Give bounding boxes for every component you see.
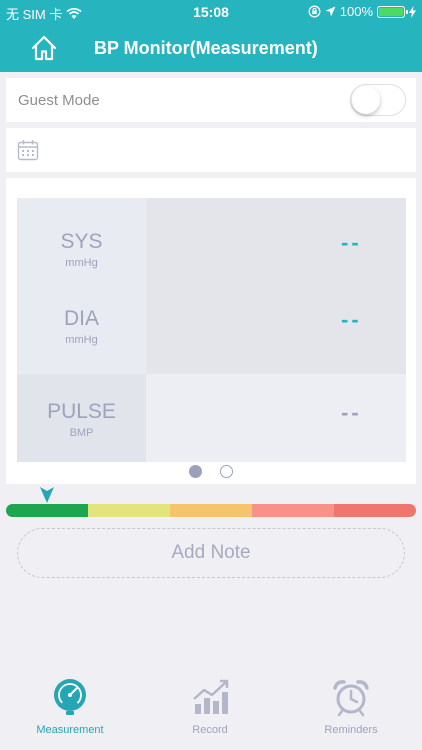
page-indicator bbox=[6, 465, 416, 478]
scale-segment-4 bbox=[252, 504, 334, 517]
page-title: BP Monitor(Measurement) bbox=[94, 38, 318, 58]
date-row[interactable] bbox=[6, 128, 416, 172]
charging-bolt-icon bbox=[409, 5, 416, 18]
calendar-icon bbox=[17, 140, 39, 161]
orientation-lock-icon bbox=[308, 5, 321, 18]
guest-mode-toggle[interactable] bbox=[350, 84, 406, 116]
home-button[interactable] bbox=[30, 34, 58, 62]
battery-icon bbox=[377, 5, 408, 18]
pulse-label: PULSE bbox=[47, 400, 116, 423]
gauge-icon bbox=[54, 679, 86, 715]
scale-indicator-arrow-icon bbox=[40, 487, 54, 503]
status-bar: 无 SIM 卡 15:08 100% bbox=[0, 0, 422, 24]
scale-segment-1 bbox=[6, 504, 88, 517]
page-dot-2[interactable] bbox=[220, 465, 233, 478]
measurement-card[interactable]: SYS mmHg -- DIA mmHg -- PULSE BMP -- bbox=[6, 178, 416, 484]
chart-icon bbox=[193, 679, 229, 714]
location-arrow-icon bbox=[325, 6, 336, 17]
scale-segment-2 bbox=[88, 504, 170, 517]
pulse-value-panel bbox=[146, 374, 406, 462]
bp-label-panel bbox=[17, 198, 146, 374]
pulse-unit: BMP bbox=[69, 427, 94, 439]
tab-reminders[interactable]: Reminders bbox=[281, 678, 421, 736]
tab-record[interactable]: Record bbox=[140, 678, 280, 736]
tab-bar: Measurement Record Reminders bbox=[0, 670, 422, 750]
add-note-button[interactable]: Add Note bbox=[17, 528, 405, 578]
toggle-knob bbox=[352, 86, 380, 114]
dia-value: -- bbox=[341, 307, 362, 332]
dia-label: DIA bbox=[63, 307, 99, 330]
scale-segment-5 bbox=[334, 504, 416, 517]
bp-value-panel bbox=[146, 198, 406, 374]
tab-measurement-label: Measurement bbox=[36, 724, 104, 736]
pulse-value: -- bbox=[341, 400, 362, 425]
status-right: 100% bbox=[308, 4, 416, 19]
scale-segment-3 bbox=[170, 504, 252, 517]
sys-label: SYS bbox=[60, 230, 103, 253]
tab-measurement[interactable]: Measurement bbox=[0, 678, 140, 736]
measurement-grid: SYS mmHg -- DIA mmHg -- PULSE BMP -- bbox=[17, 198, 406, 462]
alarm-clock-icon bbox=[333, 680, 369, 717]
home-icon bbox=[31, 35, 57, 61]
app-header: 无 SIM 卡 15:08 100% BP Monitor(Measuremen… bbox=[0, 0, 422, 72]
battery-percent: 100% bbox=[339, 4, 373, 19]
tab-record-label: Record bbox=[192, 724, 228, 736]
sys-value: -- bbox=[341, 230, 362, 255]
guest-mode-label: Guest Mode bbox=[18, 92, 100, 109]
dia-unit: mmHg bbox=[65, 334, 98, 346]
bp-level-scale bbox=[6, 504, 416, 517]
page-dot-1[interactable] bbox=[189, 465, 202, 478]
guest-mode-row: Guest Mode bbox=[6, 78, 416, 122]
sys-unit: mmHg bbox=[65, 257, 98, 269]
tab-reminders-label: Reminders bbox=[324, 724, 378, 736]
